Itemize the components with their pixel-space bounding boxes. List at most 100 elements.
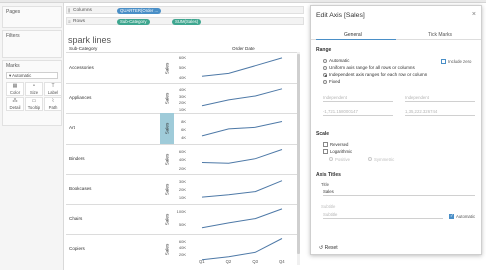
pages-card: Pages xyxy=(2,6,62,28)
positive-radio[interactable] xyxy=(329,157,333,161)
range-start-field[interactable]: -1,721.158000147 xyxy=(323,109,393,116)
path-icon: ⌇ xyxy=(51,98,55,104)
palette-icon: ▦ xyxy=(12,83,18,89)
sparkline-series[interactable] xyxy=(201,180,283,198)
rows-pill-sales[interactable]: SUM(Sales) xyxy=(172,19,202,25)
edit-axis-dialog: Edit Axis [Sales] × General Tick Marks R… xyxy=(310,5,482,255)
range-end-dropdown[interactable]: Independent xyxy=(405,95,475,102)
axis-subtitle-placeholder: Subtitle xyxy=(323,212,338,217)
sparkline-series[interactable] xyxy=(201,88,283,107)
close-icon[interactable]: × xyxy=(472,11,476,18)
reset-button[interactable]: ↺ Reset xyxy=(319,245,338,251)
y-axis-title[interactable]: Sales xyxy=(164,123,169,135)
positive-label: Positive xyxy=(335,156,351,162)
marks-title: Marks xyxy=(6,63,20,69)
y-tick-label: 20K xyxy=(178,165,186,171)
tooltip-button[interactable]: ▭ Tooltip xyxy=(25,97,43,111)
axis-subtitle-input[interactable]: Subtitle xyxy=(323,212,443,219)
detail-label: Detail xyxy=(9,105,21,110)
x-tick-label: Q4 xyxy=(279,259,285,264)
y-axis-title[interactable]: Sales xyxy=(164,153,169,165)
tooltip-icon: ▭ xyxy=(31,98,37,104)
columns-pill[interactable]: QUARTER(Order ... xyxy=(117,8,162,14)
label-button[interactable]: T Label xyxy=(44,82,62,96)
size-button[interactable]: ⚬ Size xyxy=(25,82,43,96)
y-axis-title[interactable]: Sales xyxy=(164,184,169,196)
tab-general[interactable]: General xyxy=(344,32,362,38)
scale-section-title: Scale xyxy=(316,131,330,137)
row-label: Bookcases xyxy=(69,185,92,191)
y-tick-label: 20K xyxy=(178,252,186,258)
axis-title-value: Sales xyxy=(323,189,334,194)
label-label: Label xyxy=(47,90,59,95)
include-zero-checkbox[interactable] xyxy=(441,59,446,64)
detail-button[interactable]: ⁂ Detail xyxy=(6,97,24,111)
dialog-title: Edit Axis [Sales] xyxy=(316,12,365,19)
y-tick-label: 4K xyxy=(181,134,186,140)
sparkline-series[interactable] xyxy=(201,121,283,137)
range-fixed-radio[interactable] xyxy=(323,80,327,84)
mark-type-select[interactable]: ▾ Automatic xyxy=(6,72,58,79)
y-tick-label: 60K xyxy=(178,55,186,61)
rows-shelf[interactable]: ≡ Rows Sub-Category SUM(Sales) xyxy=(66,17,304,25)
left-pane: Pages Filters Marks ▾ Automatic ▦ Color ⚬… xyxy=(0,3,64,270)
order-date-header: Order Date xyxy=(232,46,255,51)
path-label: Path xyxy=(48,105,58,110)
subtitle-field-label: Subtitle xyxy=(321,204,336,209)
sparkline-series[interactable] xyxy=(201,208,283,229)
row-separator xyxy=(66,143,298,145)
sparkline-series[interactable] xyxy=(201,57,283,77)
reset-label: Reset xyxy=(324,245,338,251)
rows-icon: ≡ xyxy=(68,19,71,24)
row-label: Art xyxy=(69,125,75,131)
range-end-field[interactable]: 1,35,222.326744 xyxy=(405,109,475,116)
reset-icon: ↺ xyxy=(319,245,324,251)
automatic-subtitle-checkbox[interactable] xyxy=(449,213,454,219)
axis-titles-section-title: Axis Titles xyxy=(316,172,341,178)
sheet-title: spark lines xyxy=(68,35,112,45)
tab-tick-marks[interactable]: Tick Marks xyxy=(428,32,452,38)
color-button[interactable]: ▦ Color xyxy=(6,82,24,96)
include-zero-label: Include zero xyxy=(448,58,472,64)
y-axis-title[interactable]: Sales xyxy=(164,93,169,105)
logarithmic-label: Logarithmic xyxy=(330,148,353,154)
mark-type-value: Automatic xyxy=(12,73,32,78)
y-axis-title[interactable]: Sales xyxy=(164,63,169,75)
range-uniform-radio[interactable] xyxy=(323,66,327,70)
rows-pill-subcategory[interactable]: Sub-Category xyxy=(117,19,150,25)
row-label: Chairs xyxy=(69,216,83,221)
y-tick-label: 20K xyxy=(178,100,186,106)
sparkline-series[interactable] xyxy=(201,238,283,261)
y-tick-label: 30K xyxy=(178,93,186,99)
y-axis-title[interactable]: Sales xyxy=(164,244,169,256)
filters-title: Filters xyxy=(6,33,20,39)
reversed-checkbox[interactable] xyxy=(323,142,328,147)
range-independent-radio[interactable] xyxy=(323,73,327,77)
x-tick-label: Q3 xyxy=(252,259,258,264)
toolbar-strip xyxy=(0,0,486,3)
y-tick-label: 30K xyxy=(178,178,186,184)
logarithmic-checkbox[interactable] xyxy=(323,149,328,154)
x-tick-label: Q2 xyxy=(225,259,232,264)
detail-icon: ⁂ xyxy=(12,98,18,104)
y-axis-title[interactable]: Sales xyxy=(164,214,169,226)
y-tick-label: 6K xyxy=(181,127,186,133)
axis-title-input[interactable]: Sales xyxy=(323,189,475,196)
y-tick-label: 20K xyxy=(178,186,186,192)
subcategory-header: Sub-Category xyxy=(69,46,98,51)
range-automatic-label: Automatic xyxy=(329,58,350,63)
y-tick-label: 40K xyxy=(178,74,186,80)
scrollbar-thumb[interactable] xyxy=(297,54,300,254)
columns-shelf[interactable]: ⫼ Columns QUARTER(Order ... xyxy=(66,6,304,14)
range-automatic-radio[interactable] xyxy=(323,59,327,63)
row-separator xyxy=(66,173,298,175)
columns-icon: ⫼ xyxy=(68,8,71,13)
path-button[interactable]: ⌇ Path xyxy=(44,97,62,111)
color-label: Color xyxy=(9,90,21,95)
size-label: Size xyxy=(29,90,39,95)
sparkline-series[interactable] xyxy=(201,149,283,164)
range-end-value: 1,35,222.326744 xyxy=(405,109,438,114)
size-icon: ⚬ xyxy=(31,83,37,89)
symmetric-radio[interactable] xyxy=(368,157,372,161)
range-start-dropdown[interactable]: Independent xyxy=(323,95,393,102)
